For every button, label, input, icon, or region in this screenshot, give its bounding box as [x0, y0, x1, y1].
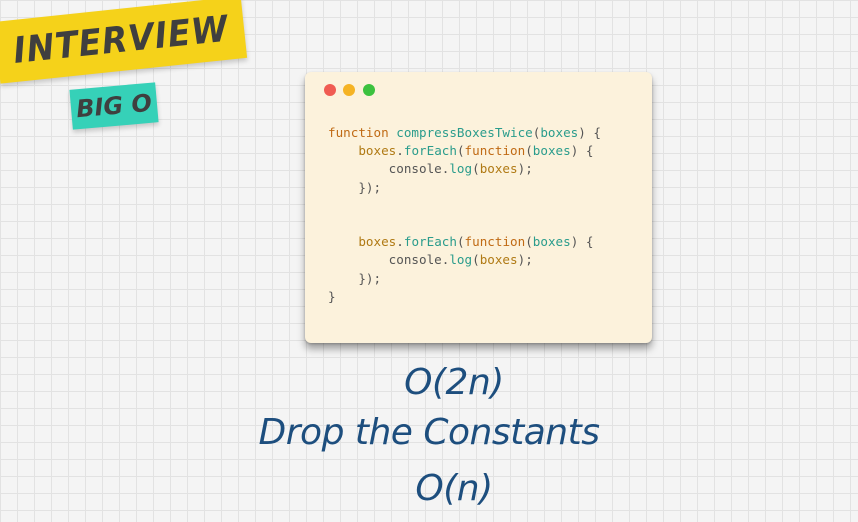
code-line: boxes.forEach(function(boxes) { [328, 142, 601, 160]
code-token: boxes [358, 234, 397, 250]
code-line: function compressBoxesTwice(boxes) { [328, 124, 601, 142]
code-token: . [396, 143, 404, 159]
big-o-badge-label: BIG O [75, 88, 153, 124]
code-token: boxes [532, 143, 571, 159]
code-line: }); [328, 270, 601, 288]
code-token: console [388, 252, 442, 268]
code-token: ); [517, 252, 533, 268]
code-token: ( [525, 143, 533, 159]
code-token: ); [517, 161, 533, 177]
code-token: boxes [540, 125, 579, 140]
code-token: forEach [403, 234, 457, 250]
code-token: boxes [358, 143, 397, 159]
interview-badge: INTERVIEW [0, 0, 248, 84]
code-token: ( [472, 252, 480, 268]
code-token: ) { [578, 125, 601, 140]
code-token: } [328, 288, 336, 304]
code-token: log [449, 252, 473, 268]
code-line: console.log(boxes); [328, 160, 601, 178]
code-token: ( [525, 234, 533, 250]
code-token: compressBoxesTwice [396, 125, 533, 140]
close-dot-icon [324, 84, 336, 96]
code-token: }); [328, 179, 382, 195]
big-o-badge: BIG O [69, 82, 159, 130]
code-token: ( [472, 161, 480, 177]
code-line: console.log(boxes); [328, 251, 601, 269]
code-token: console [388, 161, 442, 177]
complexity-caption: O(2n) [404, 362, 504, 403]
code-window: function compressBoxesTwice(boxes) { box… [305, 72, 652, 343]
code-token: ( [456, 143, 465, 159]
code-token: ) { [570, 143, 594, 159]
code-line: } [328, 288, 601, 306]
minimize-dot-icon [343, 84, 355, 96]
zoom-dot-icon [363, 84, 375, 96]
code-token: . [396, 234, 404, 250]
code-block: function compressBoxesTwice(boxes) { box… [328, 124, 601, 306]
interview-badge-label: INTERVIEW [10, 8, 231, 72]
code-token: }); [328, 270, 382, 286]
code-token: ( [456, 234, 465, 250]
code-line: }); [328, 179, 601, 197]
code-token: function [464, 143, 526, 159]
code-token: function [464, 234, 526, 250]
result-caption: O(n) [415, 468, 493, 509]
code-token: boxes [532, 234, 571, 250]
code-token: log [449, 161, 473, 177]
code-token: boxes [479, 252, 518, 268]
rule-caption: Drop the Constants [258, 412, 600, 453]
code-token: ) { [570, 234, 594, 250]
code-token: function [328, 125, 397, 140]
code-line: boxes.forEach(function(boxes) { [328, 233, 601, 251]
code-token: boxes [479, 161, 518, 177]
code-token: forEach [403, 143, 457, 159]
